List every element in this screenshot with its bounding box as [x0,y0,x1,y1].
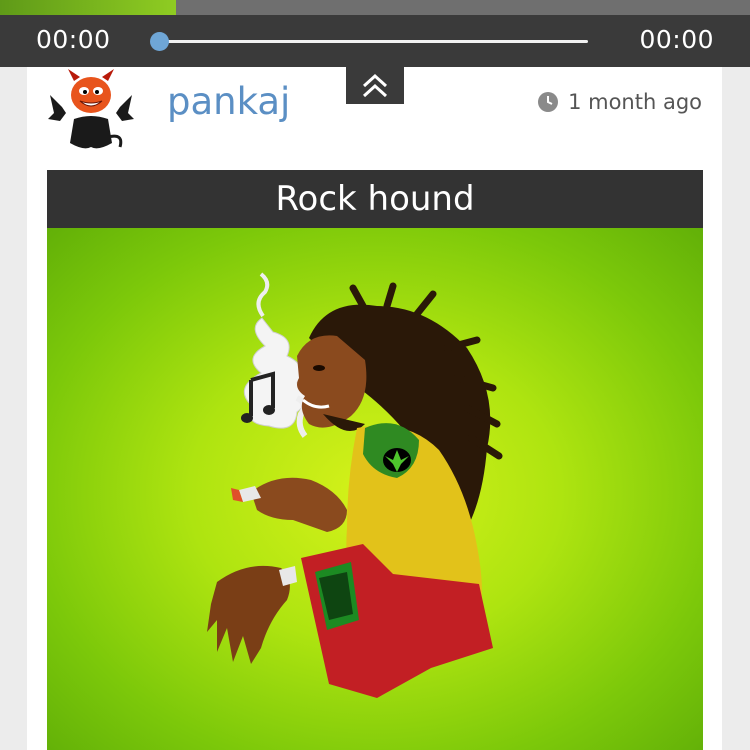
post-title: Rock hound [47,170,703,228]
post-artwork[interactable] [47,228,703,750]
post-page: 00:00 00:00 pankaj 1 month ago Rock houn… [0,0,750,750]
collapse-button[interactable] [346,67,404,104]
avatar[interactable] [48,67,134,153]
seek-track[interactable] [158,40,588,43]
devil-avatar-icon [48,69,134,149]
author-name[interactable]: pankaj [167,80,290,123]
clock-icon [538,92,559,112]
loading-strip-fill [0,0,176,15]
posted-ago-text: 1 month ago [568,90,702,114]
chevron-double-up-icon [362,73,388,97]
total-time: 00:00 [639,25,714,54]
post-timestamp: 1 month ago [537,90,702,114]
audio-player: 00:00 00:00 [0,15,750,67]
loading-strip [0,0,750,15]
seek-handle[interactable] [150,32,169,51]
rasta-smoking-illustration [207,272,503,698]
current-time: 00:00 [36,25,111,54]
